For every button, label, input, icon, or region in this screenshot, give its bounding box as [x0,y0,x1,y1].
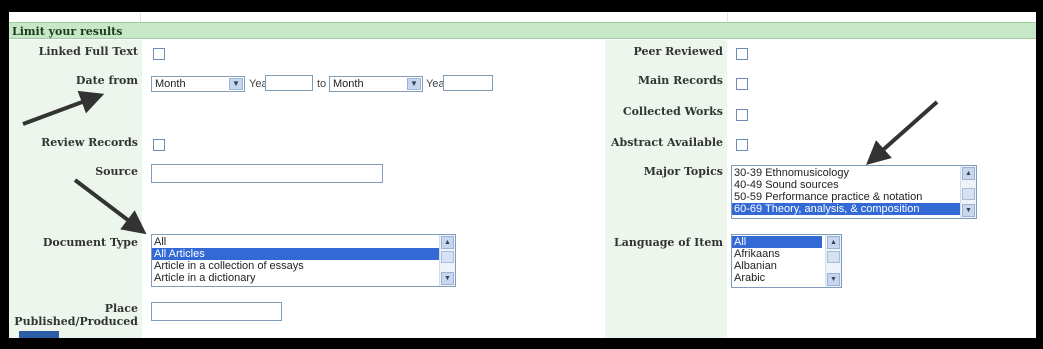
annotation-arrows [22,90,939,235]
limit-results-panel: Limit your results Linked Full Text Date… [9,12,1036,338]
arrow-icon [22,90,105,126]
arrow-icon [73,178,147,235]
arrow-icon [866,100,939,165]
